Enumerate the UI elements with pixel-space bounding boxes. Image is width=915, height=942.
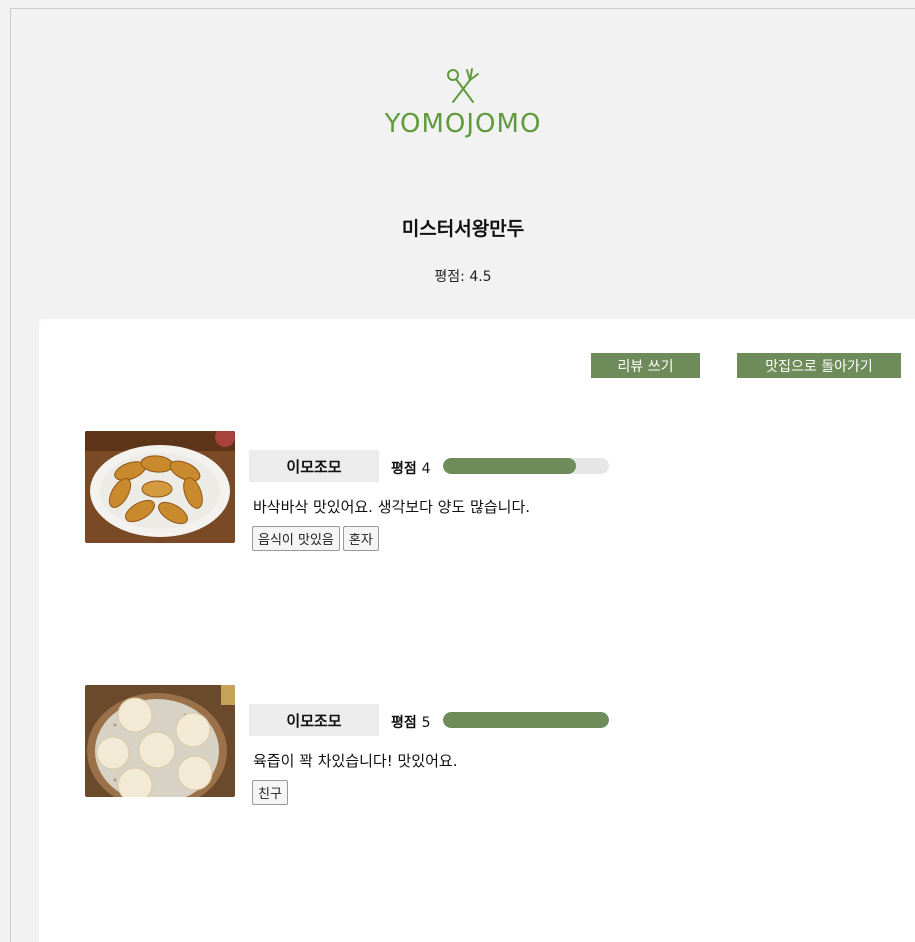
review-rating: 평점 5	[391, 712, 431, 732]
tag-button[interactable]: 친구	[252, 780, 288, 805]
rating-label: 평점	[391, 461, 417, 477]
review-text: 육즙이 꽉 차있습니다! 맛있어요.	[253, 752, 458, 770]
rating-bar	[443, 712, 609, 728]
rating-value: 5	[421, 715, 431, 731]
review-tags: 음식이 맛있음 혼자	[252, 526, 379, 551]
tag-button[interactable]: 혼자	[342, 526, 379, 551]
reviewer-name[interactable]: 이모조모	[249, 704, 379, 736]
write-review-button[interactable]: 리뷰 쓰기	[591, 353, 700, 378]
fried-dumplings-photo	[85, 431, 235, 543]
rating-bar	[443, 458, 609, 474]
review-text: 바삭바삭 맛있어요. 생각보다 양도 많습니다.	[253, 498, 531, 516]
store-name: 미스터서왕만두	[401, 218, 525, 240]
reviews-card: 리뷰 쓰기 맛집으로 돌아가기 이모조모 평점 4 바삭바삭 맛있어요. 생각보…	[39, 319, 915, 942]
rating-label: 평점	[391, 715, 417, 731]
review-rating: 평점 4	[391, 458, 431, 478]
rating-value: 4	[421, 461, 431, 477]
rating-bar-fill	[443, 712, 609, 728]
logo[interactable]: YOMOJOMO	[11, 67, 915, 139]
reviewer-name[interactable]: 이모조모	[249, 450, 379, 482]
logo-text: YOMOJOMO	[384, 109, 542, 139]
store-rating: 평점: 4.5	[434, 269, 492, 285]
page-frame: YOMOJOMO 미스터서왕만두 평점: 4.5 리뷰 쓰기 맛집으로 돌아가기	[10, 8, 915, 942]
back-to-restaurants-button[interactable]: 맛집으로 돌아가기	[737, 353, 901, 378]
tag-button[interactable]: 음식이 맛있음	[252, 526, 340, 551]
steamed-dumplings-photo	[85, 685, 235, 797]
rating-bar-fill	[443, 458, 576, 474]
review-tags: 친구	[252, 780, 288, 805]
fork-spoon-icon	[447, 68, 479, 103]
